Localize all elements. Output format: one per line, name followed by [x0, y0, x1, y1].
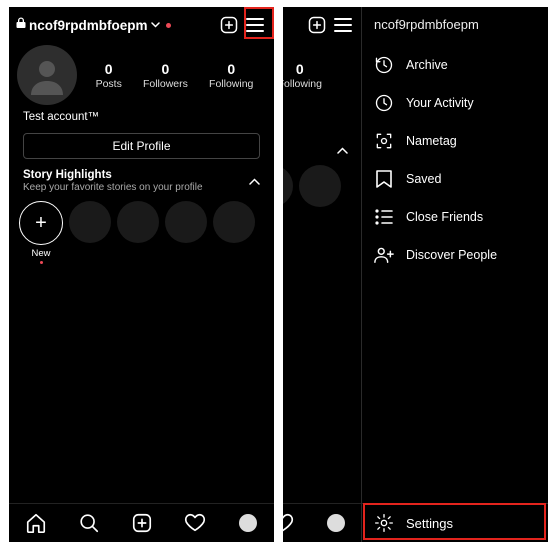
highlights-header[interactable]: Story Highlights Keep your favorite stor…	[9, 167, 274, 193]
highlight-new-button[interactable]: + New	[19, 201, 63, 264]
notification-dot-icon	[166, 23, 171, 28]
profile-tab-icon[interactable]	[324, 511, 348, 535]
activity-icon	[374, 93, 394, 113]
create-post-button[interactable]	[216, 12, 242, 38]
drawer-item-archive[interactable]: Archive	[362, 46, 548, 84]
username[interactable]: ncof9rpdmbfoepm	[29, 18, 148, 33]
highlights-title: Story Highlights	[23, 169, 249, 181]
search-icon[interactable]	[77, 511, 101, 535]
avatar[interactable]	[17, 45, 77, 105]
drawer-item-activity[interactable]: Your Activity	[362, 84, 548, 122]
drawer-item-settings[interactable]: Settings	[362, 503, 548, 542]
menu-button[interactable]	[242, 12, 268, 38]
gear-icon	[374, 513, 394, 533]
profile-tab-icon[interactable]	[236, 511, 260, 535]
profile-screen: ncof9rpdmbfoepm 0 Posts 0 Followers	[9, 7, 274, 542]
chevron-down-icon[interactable]	[151, 20, 160, 31]
drawer-title: ncof9rpdmbfoepm	[362, 7, 548, 46]
highlight-placeholder	[69, 201, 111, 243]
lock-icon	[15, 16, 27, 34]
nametag-icon	[374, 131, 394, 151]
heart-icon[interactable]	[283, 511, 295, 535]
home-icon[interactable]	[24, 511, 48, 535]
side-drawer: ncof9rpdmbfoepm Archive Your Activity Na…	[361, 7, 548, 542]
highlights-sub: Keep your favorite stories on your profi…	[23, 182, 249, 193]
highlights-row: + New	[9, 193, 274, 268]
highlight-placeholder	[165, 201, 207, 243]
stat-posts[interactable]: 0 Posts	[96, 61, 122, 90]
header: ncof9rpdmbfoepm	[9, 7, 274, 43]
stat-followers[interactable]: 0 Followers	[143, 61, 188, 90]
edit-profile-button[interactable]: Edit Profile	[23, 133, 260, 159]
drawer-item-discover[interactable]: Discover People	[362, 236, 548, 274]
saved-icon	[374, 169, 394, 189]
highlight-placeholder	[213, 201, 255, 243]
chevron-up-icon[interactable]	[249, 174, 260, 188]
stat-following[interactable]: 0 Following	[209, 61, 253, 90]
archive-icon	[374, 55, 394, 75]
close-friends-icon	[374, 207, 394, 227]
stats-row: 0 Posts 0 Followers 0 Following	[9, 43, 274, 109]
drawer-item-nametag[interactable]: Nametag	[362, 122, 548, 160]
menu-button[interactable]	[330, 12, 356, 38]
discover-people-icon	[374, 245, 394, 265]
create-post-button[interactable]	[304, 12, 330, 38]
profile-screen-menu-open: 0ers 0Following ncof9rpdmbfoepm Archive …	[283, 7, 548, 542]
create-icon[interactable]	[130, 511, 154, 535]
bottom-nav	[9, 503, 274, 542]
bio-text: Test account™	[9, 109, 274, 129]
drawer-item-close-friends[interactable]: Close Friends	[362, 198, 548, 236]
highlight-placeholder	[117, 201, 159, 243]
heart-icon[interactable]	[183, 511, 207, 535]
stat-following[interactable]: 0Following	[283, 61, 322, 90]
drawer-item-saved[interactable]: Saved	[362, 160, 548, 198]
notification-dot-icon	[40, 261, 43, 264]
